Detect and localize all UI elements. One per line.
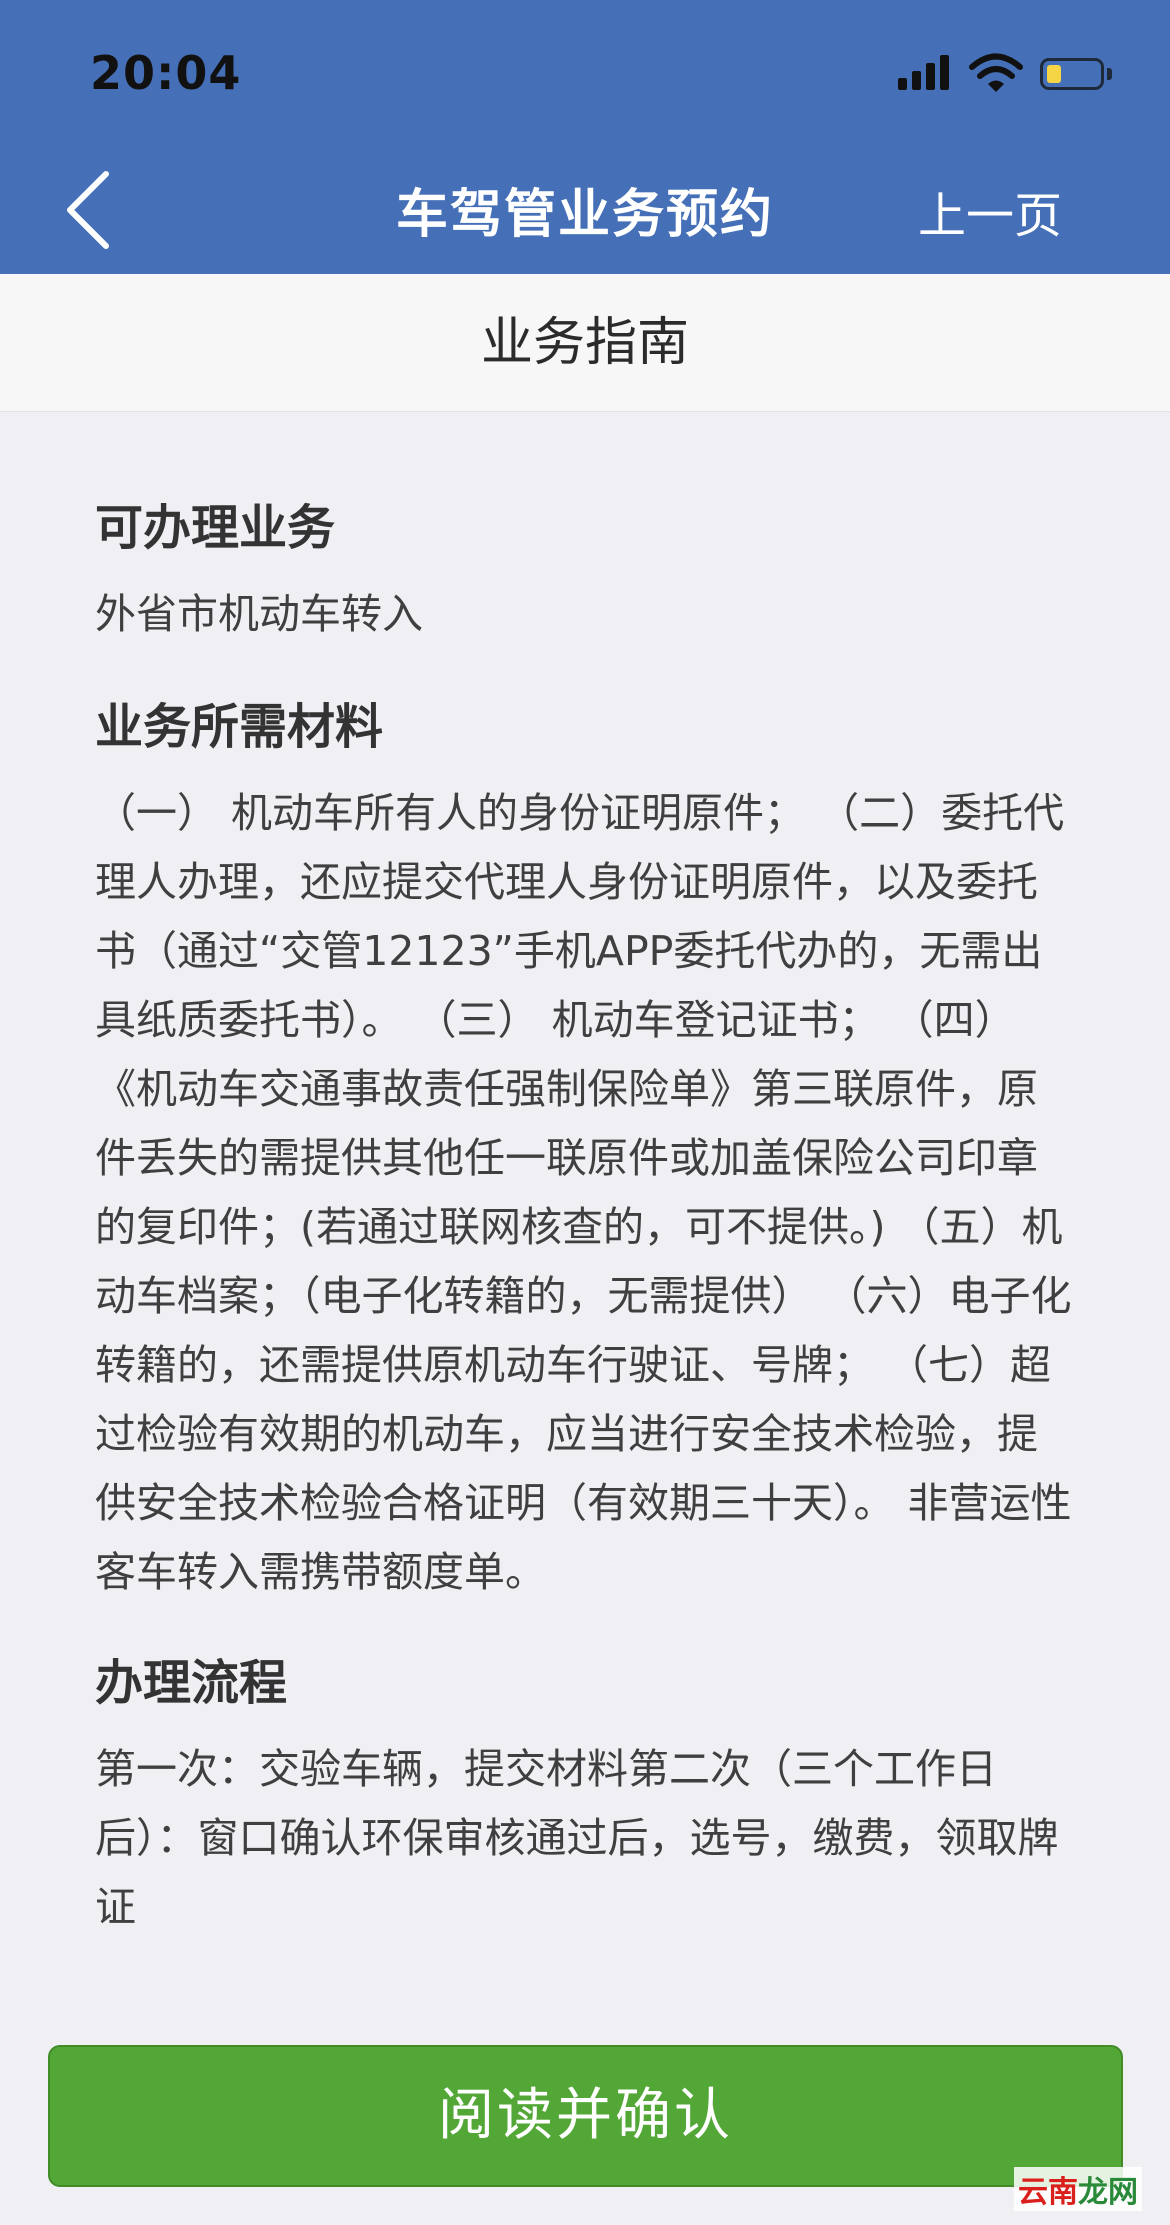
wifi-icon	[969, 53, 1023, 92]
battery-icon	[1040, 58, 1104, 90]
section-text-required-materials: （一） 机动车所有人的身份证明原件； （二）委托代理人办理，还应提交代理人身份证…	[95, 789, 1072, 1596]
subheader: 业务指南	[0, 274, 1170, 412]
status-icons	[898, 52, 1118, 96]
section-heading-required-materials: 业务所需材料	[95, 699, 384, 755]
battery-tip-icon	[1107, 68, 1112, 80]
watermark-part2: 龙网	[1078, 2175, 1138, 2210]
section-heading-available-business: 可办理业务	[95, 500, 336, 556]
previous-page-link[interactable]: 上一页	[918, 176, 1062, 246]
guide-content: 可办理业务 外省市机动车转入 业务所需材料 （一） 机动车所有人的身份证明原件；…	[95, 412, 1075, 1942]
navigation-bar: 20:04 车驾管业务预约 上一页	[0, 0, 1170, 274]
section-text-available-business: 外省市机动车转入	[95, 590, 423, 638]
section-text-process: 第一次：交验车辆，提交材料第二次（三个工作日后）：窗口确认环保审核通过后，选号，…	[95, 1745, 1059, 1931]
read-and-confirm-button[interactable]: 阅读并确认	[48, 2045, 1123, 2187]
status-time: 20:04	[90, 46, 242, 100]
section-heading-process: 办理流程	[95, 1655, 288, 1711]
watermark-part1: 云南	[1018, 2175, 1078, 2210]
watermark: 云南龙网	[1014, 2167, 1142, 2211]
subheader-title: 业务指南	[480, 313, 689, 373]
